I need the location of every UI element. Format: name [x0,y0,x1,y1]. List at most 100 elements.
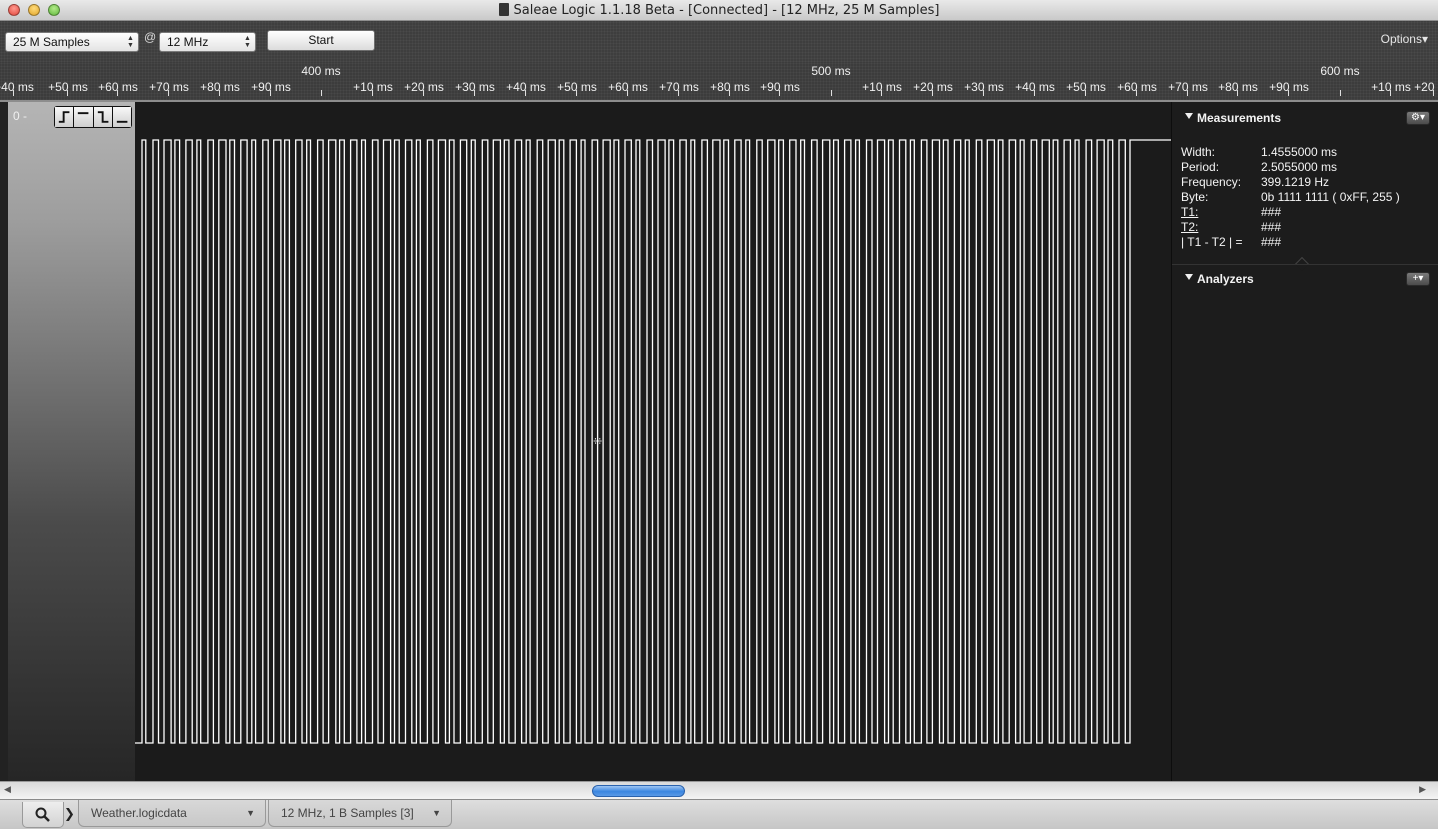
ruler-tick-label: +40 ms [0,80,34,94]
ruler-tick-label: +10 ms [1371,80,1411,94]
ruler-tick-label: +60 ms [1117,80,1157,94]
chevron-down-icon[interactable]: ▼ [432,800,441,826]
measurement-key[interactable]: T2: [1181,220,1198,235]
ruler-tick-mark [1237,90,1238,96]
sample-count-select[interactable]: 25 M Samples ▲ ▼ [5,32,139,52]
measurements-settings-button[interactable]: ⚙▾ [1406,111,1430,125]
ruler-tick-mark [678,90,679,96]
ruler-major-mark [1340,90,1341,96]
measurement-value: ### [1261,220,1282,234]
app-window: Saleae Logic 1.1.18 Beta - [Connected] -… [0,0,1438,829]
ruler-tick-label: +50 ms [48,80,88,94]
ruler-tick-mark [117,90,118,96]
ruler-tick-mark [13,90,14,96]
ruler-tick-mark [372,90,373,96]
waveform-signal [135,139,1171,744]
channel-panel: 0 - [0,102,135,781]
sample-rate-select[interactable]: 12 MHz ▲ ▼ [159,32,256,52]
options-menu-button[interactable]: Options▾ [1381,32,1428,46]
measurement-row: T1: ### [1181,205,1436,220]
ruler-tick-mark [474,90,475,96]
ruler-tick-label: +60 ms [608,80,648,94]
ruler-tick-label: +20 ms [404,80,444,94]
ruler-major-label: 400 ms [301,64,341,78]
ruler-tick-label: +30 ms [964,80,1004,94]
channel-label[interactable]: 0 - [13,109,27,123]
measurement-row: T2: ### [1181,220,1436,235]
timeline-ruler[interactable]: +40 ms +50 ms +60 ms +70 ms +80 ms +90 ms +10 … [0,62,1438,102]
ruler-major-label: 500 ms [811,64,851,78]
measurements-table: Width: 1.4555000 ms Period: 2.5055000 ms Fre… [1181,145,1436,250]
ruler-major-label: 600 ms [1320,64,1360,78]
measurement-key[interactable]: T1: [1181,205,1198,220]
ruler-tick-label: +70 ms [149,80,189,94]
ruler-tick-mark [1390,90,1391,96]
ruler-tick-label: +80 ms [710,80,750,94]
at-symbol: @ [144,30,157,44]
high-level-icon [78,112,89,115]
ruler-tick-label: +20 ms [913,80,953,94]
trigger-buttons [54,106,132,128]
scroll-right-arrow-icon[interactable]: ▶ [1419,784,1426,795]
ruler-tick-label: +90 ms [1269,80,1309,94]
ruler-tick-mark [576,90,577,96]
chevron-down-icon[interactable]: ▼ [246,800,255,826]
window-title: Saleae Logic 1.1.18 Beta - [Connected] -… [513,3,940,18]
scrollbar-thumb[interactable] [592,785,685,797]
measurement-row: Period: 2.5055000 ms [1181,160,1436,175]
ruler-tick-label: +30 ms [455,80,495,94]
scroll-left-arrow-icon[interactable]: ◀ [4,784,11,795]
ruler-tick-mark [525,90,526,96]
measurement-key: Frequency: [1181,175,1242,189]
measurement-row: | T1 - T2 | = ### [1181,235,1436,250]
analyzers-header[interactable]: Analyzers +▾ [1172,264,1438,290]
low-level-trigger-button[interactable] [112,107,131,127]
ruler-tick-label: +80 ms [1218,80,1258,94]
channel-0-signal [135,139,1171,744]
ruler-tick-mark [1187,90,1188,96]
document-icon [498,3,509,16]
waveform-area[interactable]: ⁜ [135,102,1171,781]
tab-weather-logicdata[interactable]: Weather.logicdata ▼ [78,800,266,827]
rising-edge-trigger-button[interactable] [55,107,75,127]
start-button[interactable]: Start [267,30,375,51]
ruler-tick-label: +80 ms [200,80,240,94]
horizontal-scrollbar[interactable]: ◀ ▶ [0,781,1438,799]
ruler-tick-label: +70 ms [1168,80,1208,94]
chevron-right-icon[interactable]: ❯ [64,806,75,822]
ruler-tick-mark [729,90,730,96]
ruler-tick-mark [1433,90,1434,96]
falling-edge-icon [97,111,108,123]
low-level-icon [116,120,128,123]
measurement-row: Byte: 0b 1111 1111 ( 0xFF, 255 ) [1181,190,1436,205]
ruler-tick-label: +60 ms [98,80,138,94]
tab-label: 12 MHz, 1 B Samples [3] [281,806,414,820]
ruler-tick-mark [219,90,220,96]
ruler-tick-label: +40 ms [1015,80,1055,94]
search-tab[interactable] [22,802,64,828]
ruler-tick-label: +10 ms [353,80,393,94]
tab-capture-session[interactable]: 12 MHz, 1 B Samples [3] ▼ [268,800,452,827]
ruler-tick-mark [1034,90,1035,96]
measurement-key: Width: [1181,145,1216,159]
measurement-row: Frequency: 399.1219 Hz [1181,175,1436,190]
measurement-row: Width: 1.4555000 ms [1181,145,1436,160]
measurement-value: 1.4555000 ms [1261,145,1338,159]
ruler-tick-mark [779,90,780,96]
ruler-tick-label: +90 ms [251,80,291,94]
falling-edge-trigger-button[interactable] [93,107,113,127]
add-analyzer-button[interactable]: +▾ [1406,272,1430,286]
select-arrows-icon: ▲ ▼ [244,35,251,49]
rising-edge-icon [58,111,70,123]
ruler-tick-label: +40 ms [506,80,546,94]
ruler-tick-label: +10 ms [862,80,902,94]
ruler-tick-label: +50 ms [1066,80,1106,94]
side-panel: Measurements ⚙▾ Width: 1.4555000 ms Period… [1171,102,1438,781]
search-icon [35,807,50,822]
ruler-tick-label: +70 ms [659,80,699,94]
ruler-tick-mark [1136,90,1137,96]
crosshair-cursor-icon: ⁜ [593,435,603,448]
window-title-wrap: Saleae Logic 1.1.18 Beta - [Connected] -… [0,0,1438,21]
measurements-header[interactable]: Measurements ⚙▾ [1172,104,1438,130]
high-level-trigger-button[interactable] [74,107,94,127]
